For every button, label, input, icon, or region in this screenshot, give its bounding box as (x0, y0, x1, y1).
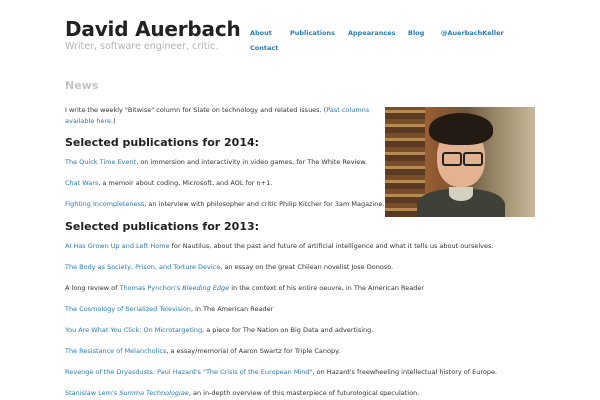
pub-link[interactable]: The Cosmology of Serialized Television (65, 305, 191, 313)
pub-link[interactable]: You Are What You Click: On Microtargetin… (65, 326, 202, 334)
pub-link[interactable]: AI Has Grown Up and Left Home (65, 242, 170, 250)
glasses-right (463, 152, 483, 166)
pub-link[interactable]: Stanislaw Lem's Summa Technologiae (65, 389, 189, 397)
pub-2014-item: Fighting Incompleteness, an interview wi… (65, 199, 384, 210)
pub-link[interactable]: Fighting Incompleteness (65, 200, 144, 208)
intro-text: I write the weekly "Bitwise" column for … (65, 106, 327, 114)
intro-text-end: ) (113, 117, 116, 125)
photo-hair (429, 113, 493, 145)
nav-about[interactable]: About (250, 29, 272, 37)
pub-2014-item: Chat Wars, a memoir about coding, Micros… (65, 178, 272, 189)
pub-prefix: A long review of (65, 284, 120, 292)
pub-description: , an interview with philosopher and crit… (144, 200, 385, 208)
nav-contact[interactable]: Contact (250, 44, 278, 52)
pub-2013-item: AI Has Grown Up and Left Home for Nautil… (65, 241, 493, 252)
photo-collar (449, 187, 473, 201)
nav-blog[interactable]: Blog (408, 29, 424, 37)
pub-description: , an essay on the great Chilean novelist… (220, 263, 394, 271)
pubs-2013-heading: Selected publications for 2013: (65, 220, 260, 233)
intro-paragraph: I write the weekly "Bitwise" column for … (65, 105, 369, 116)
pub-2013-item: The Resistance of Melancholics, a essay/… (65, 346, 340, 357)
author-photo (385, 107, 535, 217)
pub-link[interactable]: The Resistance of Melancholics (65, 347, 166, 355)
pub-description: , a piece for The Nation on Big Data and… (202, 326, 374, 334)
pub-description: , on immersion and interactivity in vide… (136, 158, 368, 166)
pub-description: in the context of his entire oeuvre, in … (229, 284, 425, 292)
pub-link-text: Thomas Pynchon's (119, 284, 183, 292)
glasses-left (442, 152, 462, 166)
pub-link[interactable]: The Quick Time Event (65, 158, 136, 166)
past-columns-link-cont[interactable]: available here. (65, 117, 113, 125)
pub-2013-item: Revenge of the Dryasdusts: Paul Hazard's… (65, 367, 497, 378)
pub-description: for Nautilus, about the past and future … (169, 242, 494, 250)
pub-2013-item: A long review of Thomas Pynchon's Bleedi… (65, 283, 424, 294)
pub-description: , in The American Reader (190, 305, 274, 313)
past-columns-link[interactable]: Past columns (326, 106, 369, 114)
intro-paragraph-line2: available here.) (65, 116, 116, 127)
pub-link[interactable]: Revenge of the Dryasdusts: Paul Hazard's… (65, 368, 313, 376)
nav-publications[interactable]: Publications (290, 29, 335, 37)
pub-2013-item: You Are What You Click: On Microtargetin… (65, 325, 373, 336)
pub-link[interactable]: The Body as Society, Prison, and Torture… (65, 263, 220, 271)
pub-link[interactable]: Chat Wars (65, 179, 98, 187)
pub-description: , an in-depth overview of this masterpie… (188, 389, 420, 397)
news-heading: News (65, 79, 99, 92)
pub-description: , a memoir about coding, Microsoft, and … (98, 179, 273, 187)
pub-2013-item: Stanislaw Lem's Summa Technologiae, an i… (65, 388, 419, 399)
site-title[interactable]: David Auerbach (65, 17, 241, 41)
site-tagline: Writer, software engineer, critic. (65, 41, 219, 52)
pub-2013-item: The Cosmology of Serialized Television, … (65, 304, 273, 315)
pub-2014-item: The Quick Time Event, on immersion and i… (65, 157, 367, 168)
pub-link[interactable]: Thomas Pynchon's Bleeding Edge (120, 284, 230, 292)
pub-link-italic: Summa Technologiae (119, 389, 189, 397)
nav-twitter[interactable]: @AuerbachKeller (441, 29, 504, 37)
nav-appearances[interactable]: Appearances (348, 29, 395, 37)
pub-description: , on Hazard's freewheeling intellectual … (312, 368, 498, 376)
pub-description: , a essay/memorial of Aaron Swartz for T… (166, 347, 341, 355)
pub-link-italic: Bleeding Edge (182, 284, 230, 292)
pub-link-text: Stanislaw Lem's (65, 389, 120, 397)
pubs-2014-heading: Selected publications for 2014: (65, 136, 260, 149)
pub-2013-item: The Body as Society, Prison, and Torture… (65, 262, 393, 273)
